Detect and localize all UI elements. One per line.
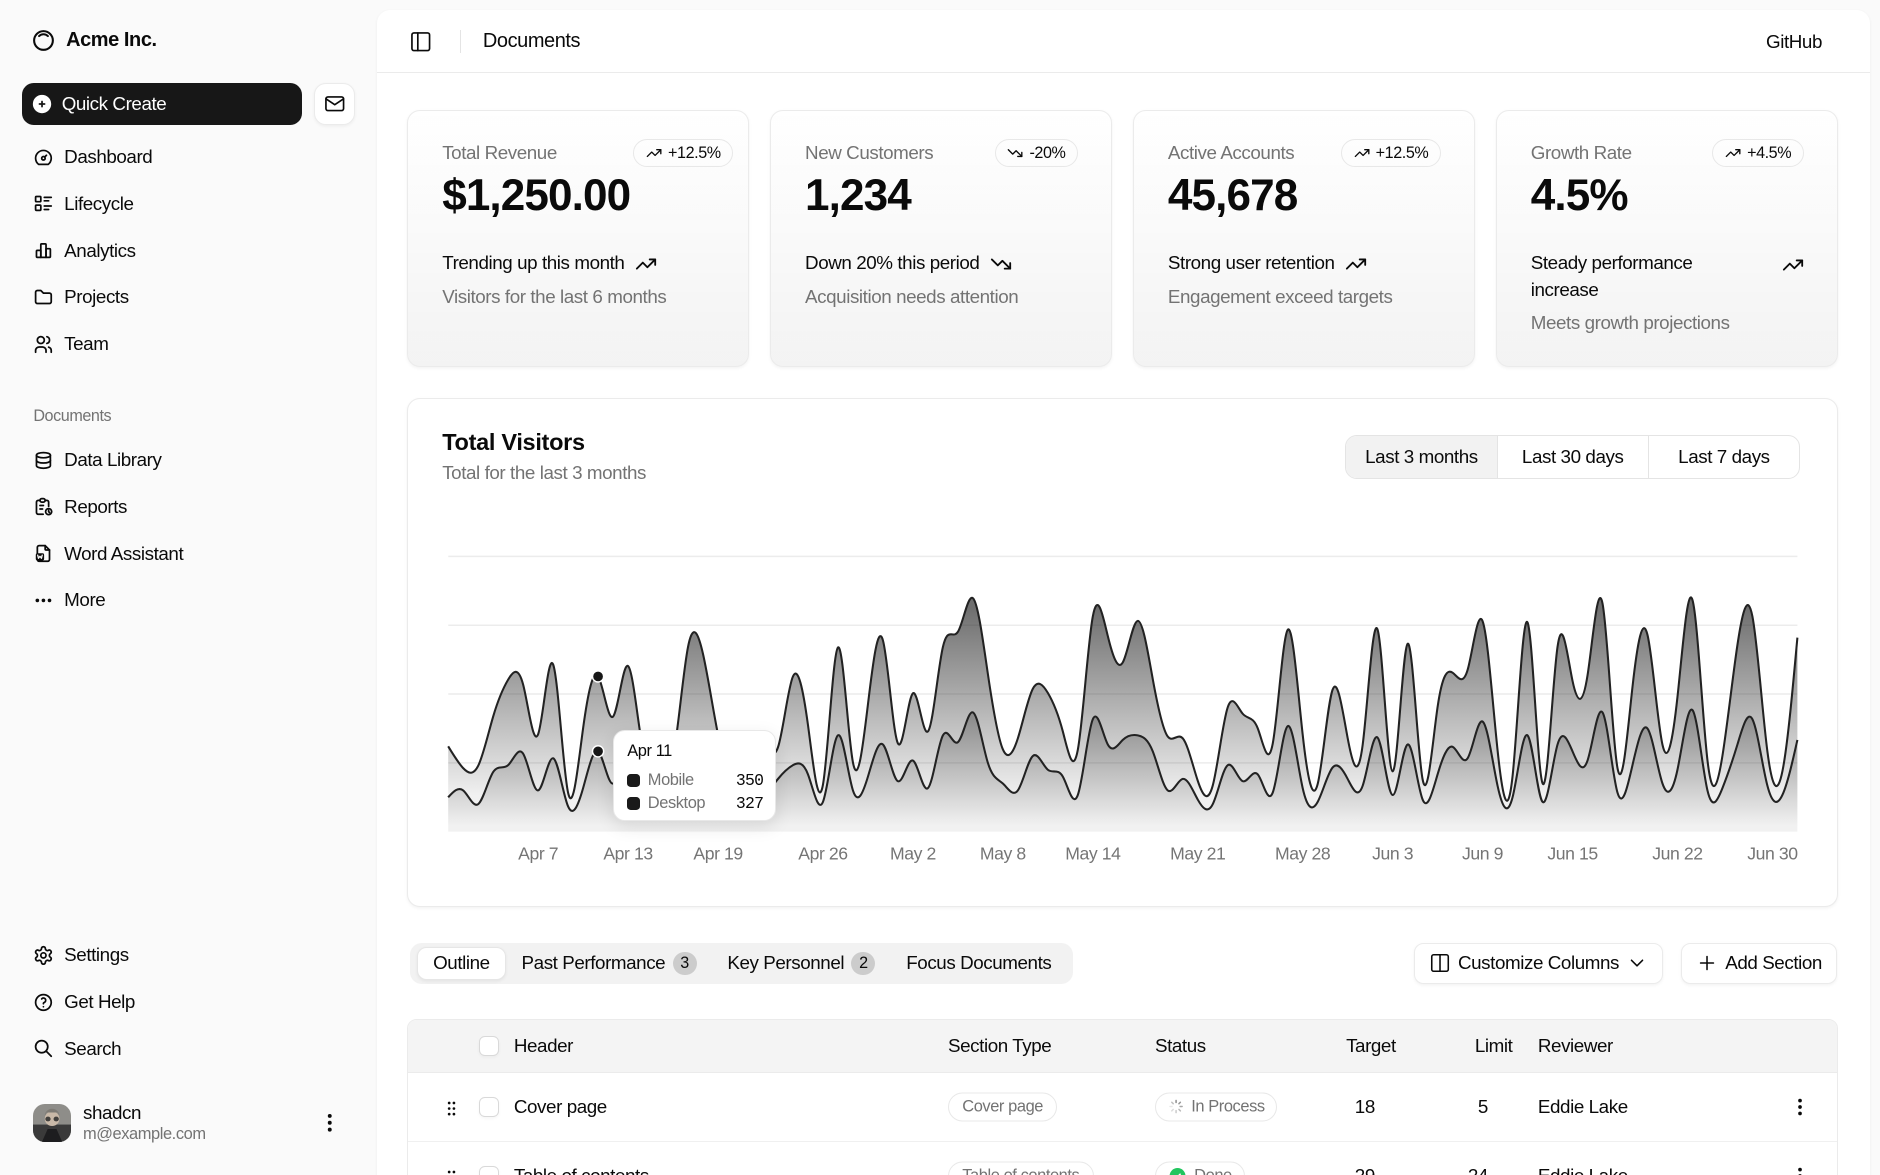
svg-text:Jun 3: Jun 3 [1373, 843, 1415, 863]
svg-text:May 21: May 21 [1171, 843, 1226, 863]
svg-text:Jun 22: Jun 22 [1653, 843, 1703, 863]
svg-text:Apr 7: Apr 7 [519, 843, 559, 863]
svg-text:May 8: May 8 [980, 843, 1026, 863]
svg-text:Apr 26: Apr 26 [799, 843, 849, 863]
svg-text:Jun 30: Jun 30 [1748, 843, 1799, 863]
svg-text:May 28: May 28 [1275, 843, 1331, 863]
svg-text:Apr 19: Apr 19 [694, 843, 743, 863]
svg-text:Jun 15: Jun 15 [1548, 843, 1599, 863]
svg-text:May 2: May 2 [890, 843, 936, 863]
svg-text:May 14: May 14 [1066, 843, 1122, 863]
svg-text:Apr 13: Apr 13 [604, 843, 654, 863]
svg-text:Jun 9: Jun 9 [1462, 843, 1503, 863]
